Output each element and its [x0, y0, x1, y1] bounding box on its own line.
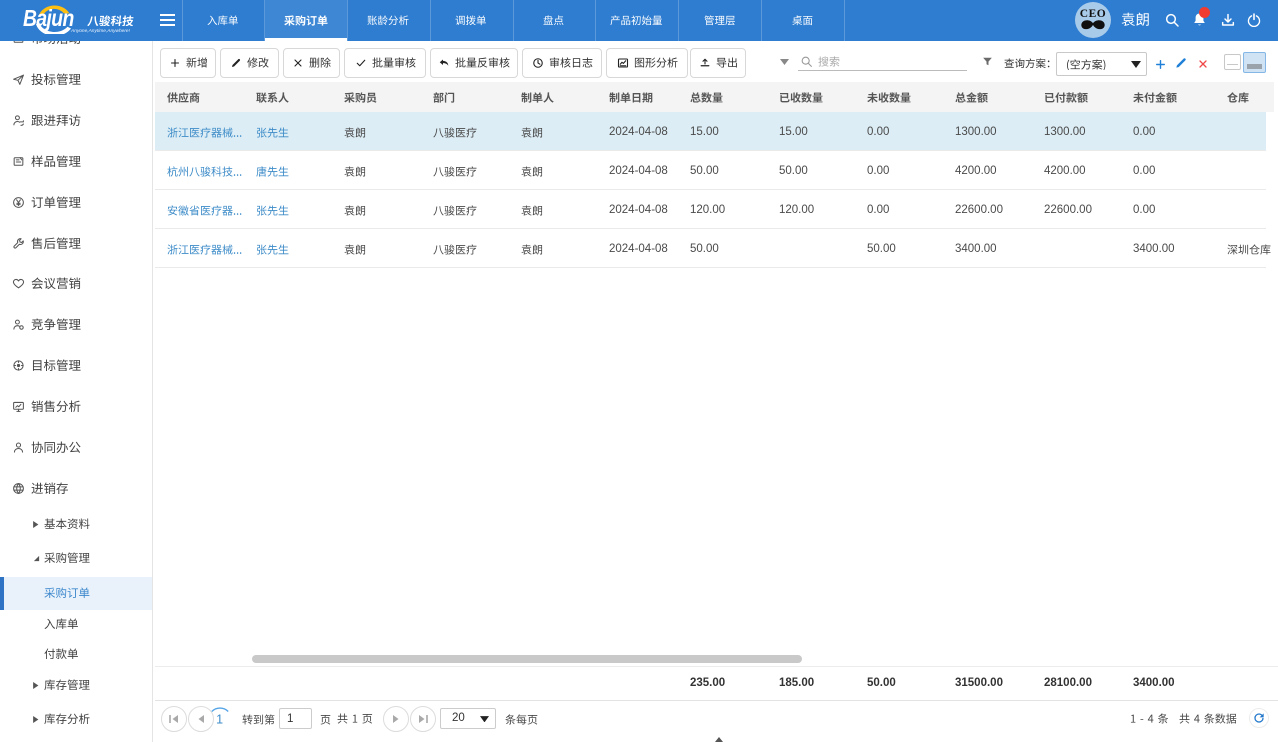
svg-text:CEO: CEO [1080, 8, 1106, 20]
svg-text:1: 1 [216, 713, 223, 727]
